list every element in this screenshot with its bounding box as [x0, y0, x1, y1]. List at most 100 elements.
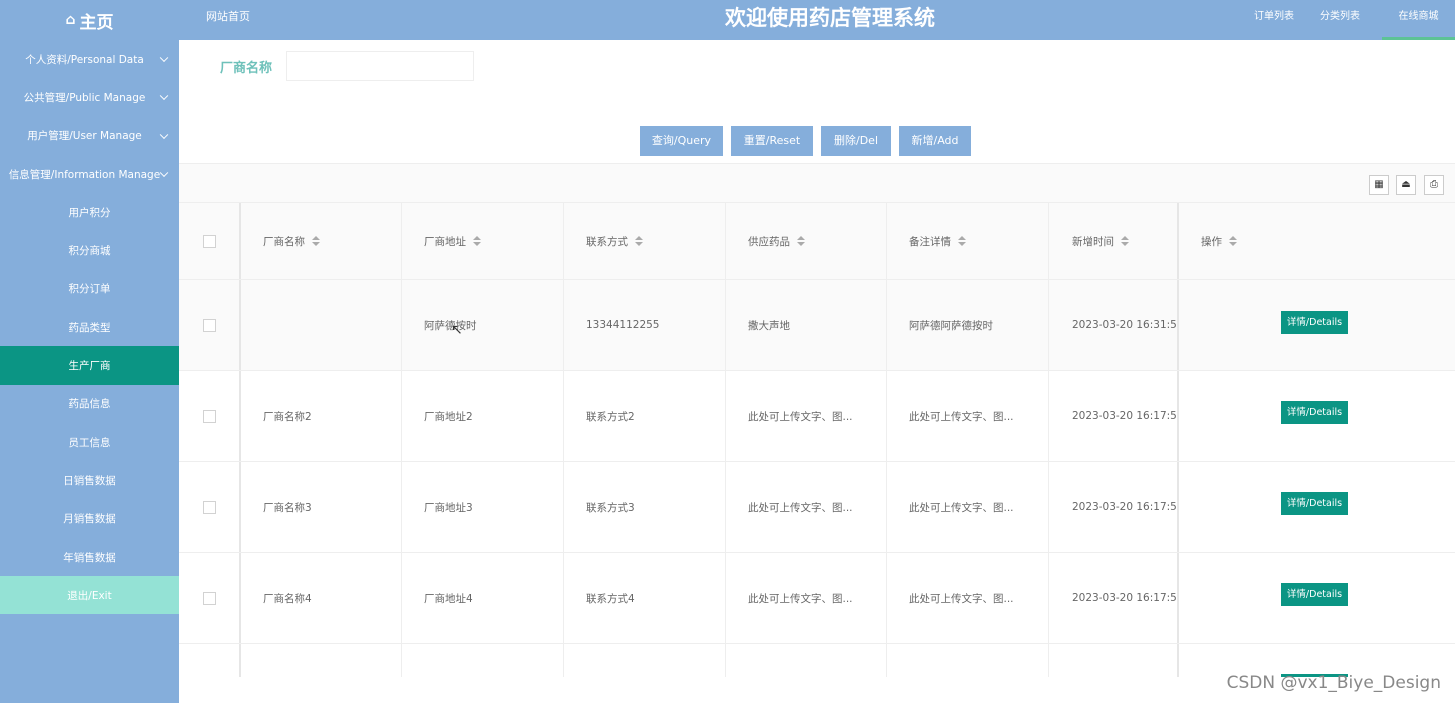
search-label: 厂商名称: [220, 61, 273, 76]
details-button[interactable]: 详情/Details: [1281, 492, 1348, 515]
header-cell[interactable]: 供应药品: [726, 203, 887, 279]
row-checkbox[interactable]: [203, 500, 216, 514]
main-content: 厂商名称 查询/Query 重置/Reset 删除/Del 新增/Add ▦ ⏏…: [179, 40, 1455, 703]
nav-category-list[interactable]: 分类列表: [1310, 0, 1370, 40]
sidebar-item-label: 个人资料/Personal Data: [25, 53, 144, 66]
sort-icon[interactable]: [1121, 236, 1129, 246]
cell-name: [241, 644, 402, 677]
header-cell[interactable]: 厂商名称: [241, 203, 402, 279]
sidebar-item-drug-types[interactable]: 药品类型: [0, 308, 179, 346]
system-title: 欢迎使用药店管理系统: [725, 6, 935, 30]
sidebar-item-points-orders[interactable]: 积分订单: [0, 270, 179, 308]
cell-remark: 此处可上传文字、图...: [887, 553, 1049, 643]
cell-contact: 联系方式2: [564, 371, 726, 461]
header-label: 厂商地址: [424, 235, 466, 248]
table-row: 厂商名称3 厂商地址3 联系方式3 此处可上传文字、图... 此处可上传文字、图…: [179, 462, 1455, 553]
cell-address: 阿萨德按时: [402, 280, 564, 370]
sidebar-item-information-manage[interactable]: 信息管理/Information Manage: [0, 155, 179, 193]
header-label: 新增时间: [1072, 235, 1114, 248]
select-all-checkbox[interactable]: [203, 234, 216, 248]
sidebar-item-user-manage[interactable]: 用户管理/User Manage: [0, 117, 179, 155]
columns-icon[interactable]: ▦: [1369, 175, 1389, 195]
sidebar-item-staff-info[interactable]: 员工信息: [0, 423, 179, 461]
cell-contact: [564, 644, 726, 677]
table-row: 厂商名称2 厂商地址2 联系方式2 此处可上传文字、图... 此处可上传文字、图…: [179, 371, 1455, 462]
nav-order-list[interactable]: 订单列表: [1244, 0, 1304, 40]
cell-name: 厂商名称4: [241, 553, 402, 643]
row-checkbox[interactable]: [203, 591, 216, 605]
header-cell[interactable]: 新增时间: [1049, 203, 1179, 279]
cell-address: 厂商地址2: [402, 371, 564, 461]
header-cell[interactable]: 联系方式: [564, 203, 726, 279]
top-header: ⌂ 主页 网站首页 欢迎使用药店管理系统 订单列表 分类列表 在线商城: [0, 0, 1455, 40]
header-label: 操作: [1201, 235, 1222, 248]
sidebar-item-exit[interactable]: 退出/Exit: [0, 576, 179, 615]
sidebar-item-monthly-sales[interactable]: 月销售数据: [0, 500, 179, 538]
row-select-cell: [179, 462, 241, 552]
details-button[interactable]: 详情/Details: [1281, 583, 1348, 606]
cell-created-time: 2023-03-20 16:17:56: [1049, 371, 1179, 461]
sort-icon[interactable]: [797, 236, 805, 246]
cell-supply: 此处可上传文字、图...: [726, 371, 887, 461]
cell-contact: 13344112255: [564, 280, 726, 370]
cell-remark: 此处可上传文字、图...: [887, 371, 1049, 461]
cell-supply: 撒大声地: [726, 280, 887, 370]
search-input[interactable]: [286, 51, 474, 81]
site-home-link[interactable]: 网站首页: [206, 0, 250, 40]
sidebar-item-personal-data[interactable]: 个人资料/Personal Data: [0, 40, 179, 78]
details-button[interactable]: 详情/Details: [1281, 401, 1348, 424]
row-select-cell: [179, 553, 241, 643]
sidebar-item-daily-sales[interactable]: 日销售数据: [0, 461, 179, 499]
header-cell[interactable]: 备注详情: [887, 203, 1049, 279]
action-buttons: 查询/Query 重置/Reset 删除/Del 新增/Add: [640, 126, 979, 156]
add-button[interactable]: 新增/Add: [899, 126, 971, 156]
row-checkbox[interactable]: [203, 318, 216, 332]
mouse-cursor-icon: ↖: [451, 322, 463, 338]
sort-icon[interactable]: [958, 236, 966, 246]
cell-name: 厂商名称3: [241, 462, 402, 552]
header-label: 供应药品: [748, 235, 790, 248]
home-icon: ⌂: [65, 12, 76, 28]
cell-created-time: [1049, 644, 1179, 677]
cell-name: [241, 280, 402, 370]
query-button[interactable]: 查询/Query: [640, 126, 723, 156]
sidebar-item-points-mall[interactable]: 积分商城: [0, 231, 179, 269]
cell-created-time: 2023-03-20 16:31:54: [1049, 280, 1179, 370]
export-icon[interactable]: ⏏: [1396, 175, 1416, 195]
sidebar-item-manufacturers[interactable]: 生产厂商: [0, 346, 179, 385]
cell-created-time: 2023-03-20 16:17:56: [1049, 462, 1179, 552]
manufacturer-table: 厂商名称 厂商地址 联系方式 供应药品 备注详情 新增时间 操作 阿萨德按时 1…: [179, 203, 1455, 677]
brand-home[interactable]: ⌂ 主页: [0, 0, 179, 40]
cell-supply: 此处可上传文字、图...: [726, 462, 887, 552]
sort-icon[interactable]: [1229, 236, 1237, 246]
sidebar-item-public-manage[interactable]: 公共管理/Public Manage: [0, 78, 179, 116]
reset-button[interactable]: 重置/Reset: [731, 126, 813, 156]
cell-supply: 此处可上传文字、图...: [726, 553, 887, 643]
sidebar-item-label: 信息管理/Information Manage: [8, 168, 161, 181]
nav-online-store[interactable]: 在线商城: [1382, 0, 1455, 40]
header-label: 联系方式: [586, 235, 628, 248]
details-button[interactable]: 详情/Details: [1281, 311, 1348, 334]
sidebar-item-user-points[interactable]: 用户积分: [0, 193, 179, 231]
delete-button[interactable]: 删除/Del: [821, 126, 891, 156]
header-cell[interactable]: 厂商地址: [402, 203, 564, 279]
cell-address: 厂商地址4: [402, 553, 564, 643]
header-cell[interactable]: 操作: [1179, 203, 1455, 279]
cell-remark: [887, 644, 1049, 677]
cell-address: 厂商地址3: [402, 462, 564, 552]
table-row: 阿萨德按时 13344112255 撒大声地 阿萨德阿萨德按时 2023-03-…: [179, 280, 1455, 371]
cell-name: 厂商名称2: [241, 371, 402, 461]
row-checkbox[interactable]: [203, 409, 216, 423]
sort-icon[interactable]: [312, 236, 320, 246]
sidebar-item-drug-info[interactable]: 药品信息: [0, 385, 179, 423]
sidebar-item-label: 用户管理/User Manage: [27, 130, 142, 143]
sort-icon[interactable]: [635, 236, 643, 246]
table-row: 厂商名称4 厂商地址4 联系方式4 此处可上传文字、图... 此处可上传文字、图…: [179, 553, 1455, 644]
sidebar-item-yearly-sales[interactable]: 年销售数据: [0, 538, 179, 576]
row-select-cell: [179, 644, 241, 677]
print-icon[interactable]: ⎙: [1424, 175, 1444, 195]
sidebar-item-label: 公共管理/Public Manage: [23, 91, 146, 104]
header-select-cell: [179, 203, 241, 279]
sort-icon[interactable]: [473, 236, 481, 246]
cell-remark: 此处可上传文字、图...: [887, 462, 1049, 552]
